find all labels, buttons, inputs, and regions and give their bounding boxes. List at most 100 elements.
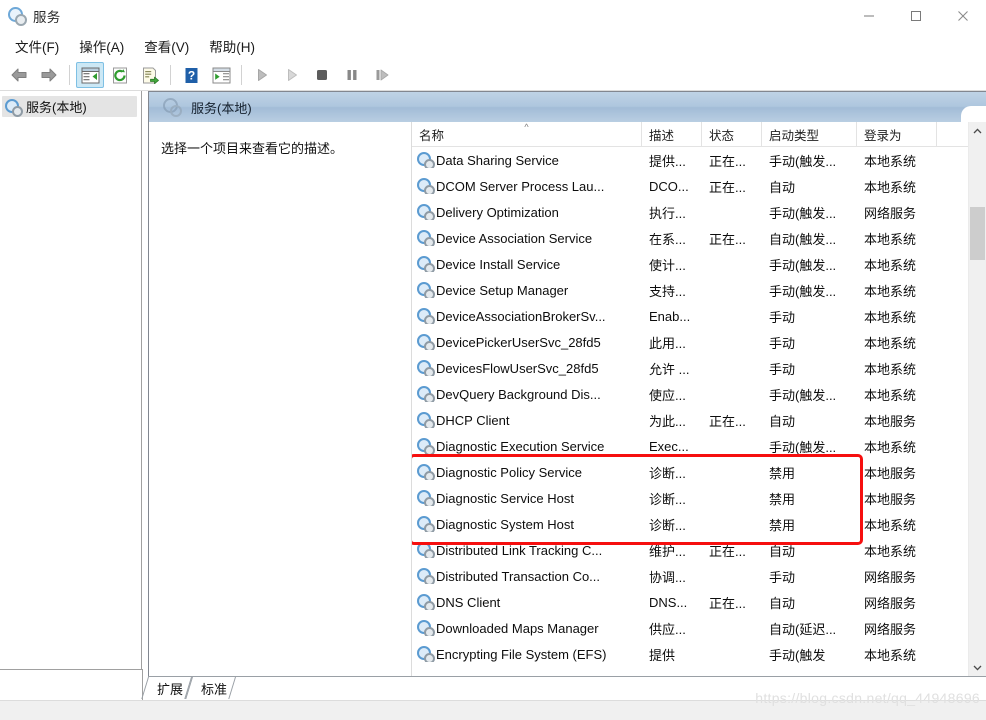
table-row[interactable]: DevicesFlowUserSvc_28fd5 允许 ... 手动 本地系统 <box>412 355 986 381</box>
cell-name: Delivery Optimization <box>412 204 642 220</box>
cell-startup-type: 自动 <box>769 413 796 429</box>
table-row[interactable]: Diagnostic Service Host 诊断... 禁用 本地服务 <box>412 485 986 511</box>
services-gear-icon <box>417 464 435 480</box>
service-name-label: DeviceAssociationBrokerSv... <box>436 308 606 324</box>
column-header-label: 描述 <box>649 128 675 143</box>
close-button[interactable] <box>939 0 986 32</box>
table-row[interactable]: Data Sharing Service 提供... 正在... 手动(触发... 本地… <box>412 147 986 173</box>
pane-inner: 选择一个项目来查看它的描述。 名称 ^ 描述 状态 启动类型 登录为 Data Shari… <box>149 122 986 676</box>
column-status[interactable]: 状态 <box>702 122 762 146</box>
sidebar-item-label: 服务(本地) <box>26 100 87 115</box>
service-name-label: DNS Client <box>436 594 501 610</box>
list-vertical-scrollbar[interactable] <box>968 122 986 676</box>
table-row[interactable]: Device Install Service 使计... 手动(触发... 本地系统 <box>412 251 986 277</box>
table-row[interactable]: Diagnostic Execution Service Exec... 手动(触发… <box>412 433 986 459</box>
table-row[interactable]: Downloaded Maps Manager 供应... 自动(延迟... 网络服务 <box>412 615 986 641</box>
stop-service-button[interactable] <box>308 62 336 88</box>
cell-name: Diagnostic Policy Service <box>412 464 642 480</box>
svg-text:?: ? <box>187 68 194 82</box>
services-gear-icon <box>417 568 435 584</box>
service-name-label: Device Install Service <box>436 256 561 272</box>
menu-action[interactable]: 操作(A) <box>70 33 133 59</box>
scrollbar-thumb[interactable] <box>970 207 985 260</box>
table-row[interactable]: Distributed Link Tracking C... 维护... 正在...… <box>412 537 986 563</box>
cell-status: 正在... <box>709 413 746 429</box>
service-name-label: Device Setup Manager <box>436 282 569 298</box>
cell-description: 在系... <box>649 231 686 247</box>
window-title: 服务 <box>33 10 61 25</box>
resume-service-button[interactable] <box>278 62 306 88</box>
table-row[interactable]: Diagnostic System Host 诊断... 禁用 本地系统 <box>412 511 986 537</box>
cell-status: 正在... <box>709 543 746 559</box>
cell-name: Diagnostic Execution Service <box>412 438 642 454</box>
show-action-pane-button[interactable] <box>207 62 235 88</box>
cell-startup-type: 禁用 <box>769 517 796 533</box>
table-row[interactable]: DCOM Server Process Lau... DCO... 正在... 自动 本… <box>412 173 986 199</box>
services-gear-icon <box>417 386 435 402</box>
back-button[interactable] <box>5 62 33 88</box>
start-service-button[interactable] <box>248 62 276 88</box>
scroll-up-arrow-icon[interactable] <box>969 122 986 139</box>
cell-name: Diagnostic Service Host <box>412 490 642 506</box>
column-name[interactable]: 名称 ^ <box>412 122 642 146</box>
menu-view[interactable]: 查看(V) <box>135 33 198 59</box>
cell-log-on-as: 本地系统 <box>864 543 917 559</box>
cell-name: DCOM Server Process Lau... <box>412 178 642 194</box>
tab-standard[interactable]: 标准 <box>192 677 237 699</box>
services-gear-icon <box>417 516 435 532</box>
sidebar-item-services-local[interactable]: 服务(本地) <box>2 96 137 117</box>
table-row[interactable]: Delivery Optimization 执行... 手动(触发... 网络服务 <box>412 199 986 225</box>
cell-log-on-as: 本地系统 <box>864 283 917 299</box>
table-row[interactable]: DNS Client DNS... 正在... 自动 网络服务 <box>412 589 986 615</box>
table-row[interactable]: DHCP Client 为此... 正在... 自动 本地服务 <box>412 407 986 433</box>
service-name-label: Diagnostic Service Host <box>436 490 574 506</box>
export-list-button[interactable] <box>136 62 164 88</box>
cell-status: 正在... <box>709 179 746 195</box>
table-row[interactable]: DevQuery Background Dis... 使应... 手动(触发... 本… <box>412 381 986 407</box>
cell-startup-type: 手动(触发... <box>769 439 837 455</box>
forward-button[interactable] <box>35 62 63 88</box>
column-startup-type[interactable]: 启动类型 <box>762 122 857 146</box>
restart-service-button[interactable] <box>368 62 396 88</box>
table-row[interactable]: DevicePickerUserSvc_28fd5 此用... 手动 本地系统 <box>412 329 986 355</box>
cell-log-on-as: 网络服务 <box>864 595 917 611</box>
service-name-label: Data Sharing Service <box>436 152 559 168</box>
table-row[interactable]: Device Association Service 在系... 正在... 自动(触… <box>412 225 986 251</box>
pause-service-button[interactable] <box>338 62 366 88</box>
toolbar-separator <box>170 65 171 85</box>
services-gear-icon <box>8 7 27 26</box>
cell-description: 诊断... <box>649 517 686 533</box>
cell-log-on-as: 本地系统 <box>864 231 917 247</box>
services-gear-icon <box>5 98 23 117</box>
menu-help[interactable]: 帮助(H) <box>200 33 264 59</box>
cell-description: 为此... <box>649 413 686 429</box>
console-tree-pane: 服务(本地) <box>0 91 142 669</box>
cell-description: 供应... <box>649 621 686 637</box>
cell-description: 此用... <box>649 335 686 351</box>
column-description[interactable]: 描述 <box>642 122 702 146</box>
cell-startup-type: 禁用 <box>769 491 796 507</box>
cell-description: 允许 ... <box>649 361 690 377</box>
table-row[interactable]: Device Setup Manager 支持... 手动(触发... 本地系统 <box>412 277 986 303</box>
services-gear-icon <box>417 646 435 662</box>
show-console-tree-button[interactable] <box>76 62 104 88</box>
table-row[interactable]: Diagnostic Policy Service 诊断... 禁用 本地服务 <box>412 459 986 485</box>
column-log-on-as[interactable]: 登录为 <box>857 122 937 146</box>
table-row[interactable]: DeviceAssociationBrokerSv... Enab... 手动 本地系… <box>412 303 986 329</box>
cell-name: DNS Client <box>412 594 642 610</box>
help-button[interactable]: ? <box>177 62 205 88</box>
cell-log-on-as: 本地系统 <box>864 179 917 195</box>
cell-name: Downloaded Maps Manager <box>412 620 642 636</box>
table-row[interactable]: Encrypting File System (EFS) 提供 手动(触发 本地系统 <box>412 641 986 667</box>
cell-description: 支持... <box>649 283 686 299</box>
cell-log-on-as: 本地系统 <box>864 387 917 403</box>
service-name-label: DCOM Server Process Lau... <box>436 178 605 194</box>
maximize-button[interactable] <box>892 0 939 32</box>
refresh-button[interactable] <box>106 62 134 88</box>
cell-name: DevicePickerUserSvc_28fd5 <box>412 334 642 350</box>
menu-file[interactable]: 文件(F) <box>6 33 68 59</box>
scroll-down-arrow-icon[interactable] <box>969 659 986 676</box>
minimize-button[interactable] <box>845 0 892 32</box>
services-gear-icon <box>417 334 435 350</box>
table-row[interactable]: Distributed Transaction Co... 协调... 手动 网络服务 <box>412 563 986 589</box>
